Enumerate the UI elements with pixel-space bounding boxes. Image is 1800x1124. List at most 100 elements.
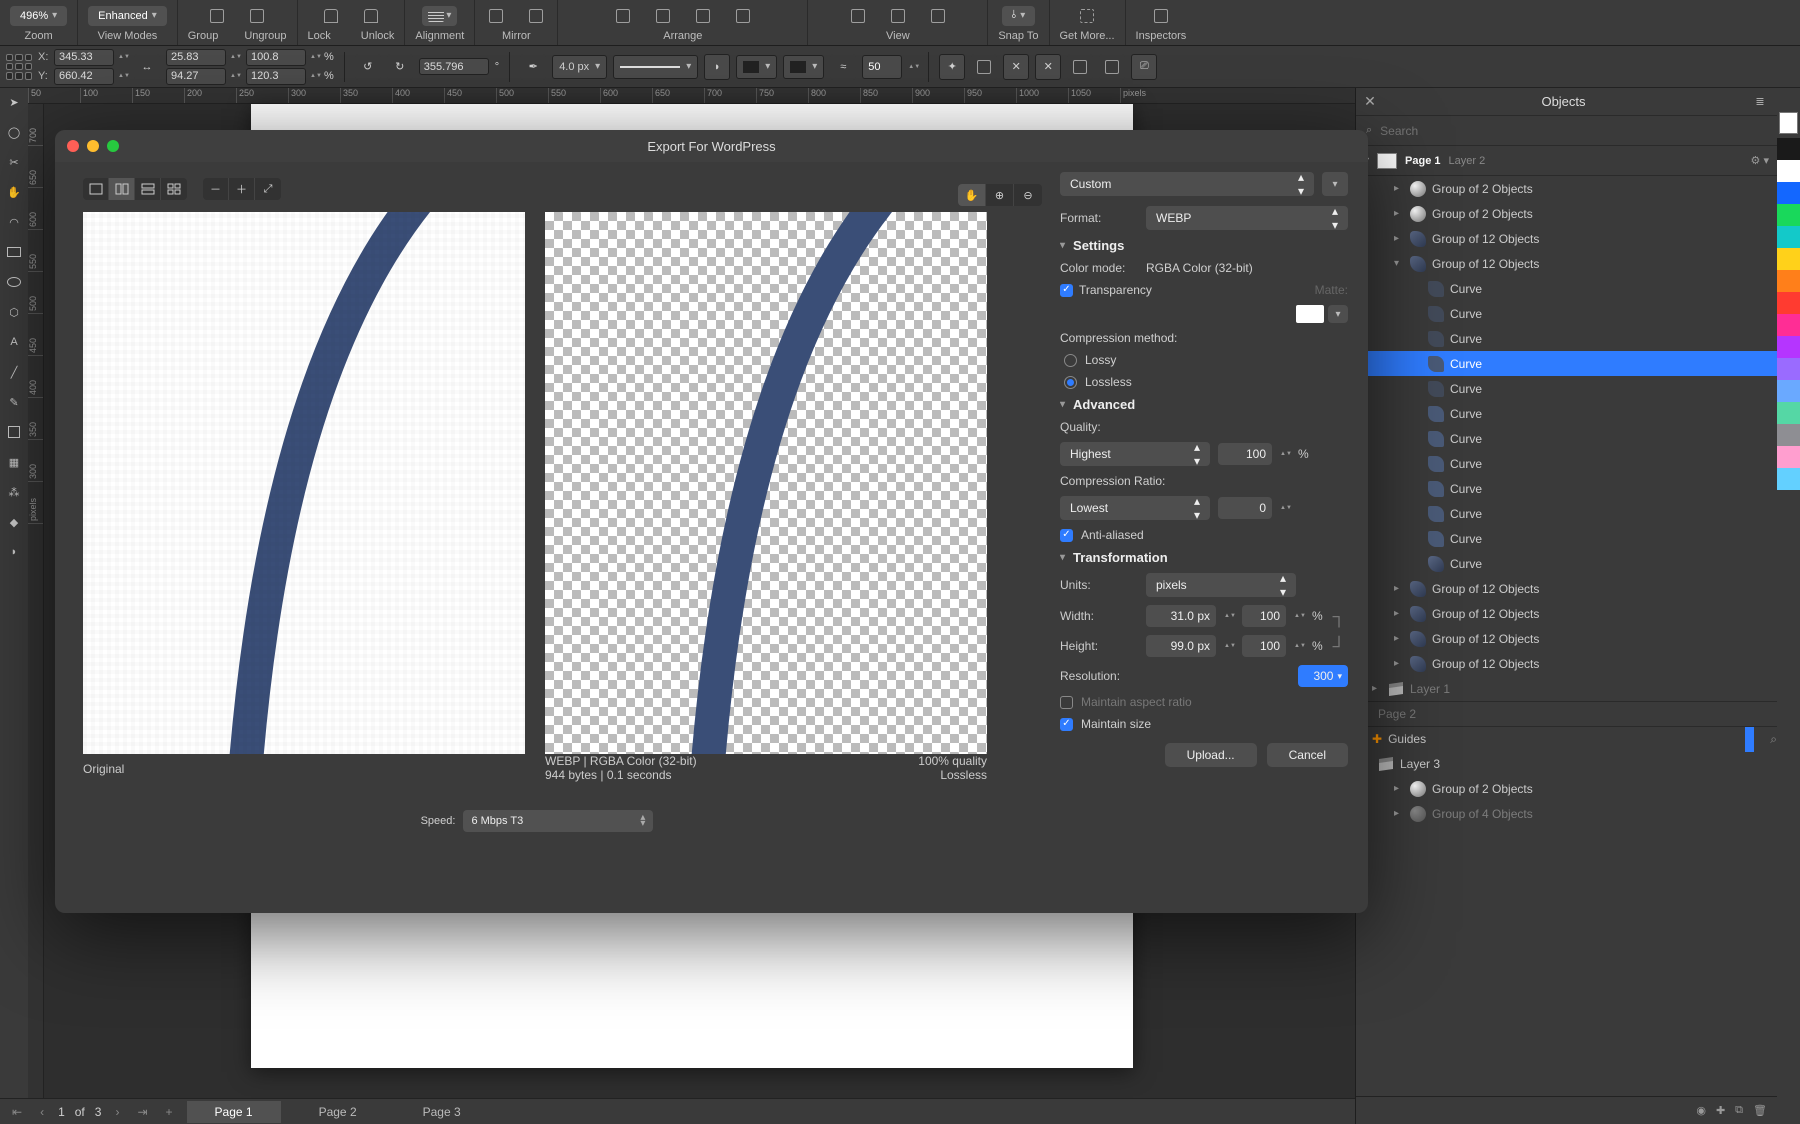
transparency-checkbox[interactable] [1060, 284, 1073, 297]
arrange-front-icon[interactable] [612, 7, 634, 25]
fx-7-button[interactable]: ⎚ [1131, 54, 1157, 80]
panel-menu-button[interactable]: ≣ [1743, 95, 1777, 108]
preview-zoom-in-button[interactable]: ⊕ [986, 184, 1014, 206]
quality-stepper[interactable]: ▲▼ [1280, 451, 1290, 457]
ellipse-tool[interactable] [4, 272, 24, 292]
color-swatch[interactable] [1777, 248, 1800, 270]
cancel-button[interactable]: Cancel [1267, 743, 1348, 767]
fx-1-button[interactable]: ✦ [939, 54, 965, 80]
node-tool[interactable]: ◠ [4, 212, 24, 232]
tree-row[interactable]: Curve [1356, 301, 1777, 326]
hand-tool-button[interactable]: ✋ [958, 184, 986, 206]
tree-row[interactable]: ▸Group of 4 Objects [1356, 801, 1777, 826]
text-tool[interactable]: A [4, 332, 24, 352]
color-swatch[interactable] [1777, 402, 1800, 424]
format-dropdown[interactable]: WEBP▴▾ [1146, 206, 1348, 230]
tree-row[interactable]: ▸Group of 2 Objects [1356, 176, 1777, 201]
matte-swatch[interactable] [1296, 305, 1324, 323]
rotate-ccw-icon[interactable]: ↺ [355, 54, 381, 80]
layout-2h-button[interactable] [135, 178, 161, 200]
color-swatch[interactable] [1777, 182, 1800, 204]
getmore-icon[interactable] [1076, 7, 1098, 25]
fill-color-dropdown[interactable]: ▾ [783, 55, 824, 79]
tree-row[interactable]: ▸Group of 12 Objects [1356, 626, 1777, 651]
sx-stepper[interactable]: ▲▼ [310, 54, 320, 60]
preview-original-image[interactable] [83, 212, 525, 754]
tree-row[interactable]: Curve [1356, 526, 1777, 551]
opacity-input[interactable]: 50 [862, 55, 902, 79]
search-input[interactable] [1380, 124, 1767, 138]
close-panel-button[interactable]: ✕ [1356, 93, 1384, 110]
polygon-tool[interactable]: ⬡ [4, 302, 24, 322]
fx-6-button[interactable] [1099, 54, 1125, 80]
upload-button[interactable]: Upload... [1165, 743, 1257, 767]
tree-row[interactable]: ▸Group of 12 Objects [1356, 601, 1777, 626]
color-swatch[interactable] [1777, 270, 1800, 292]
x-stepper[interactable]: ▲▼ [118, 54, 128, 60]
smudge-tool[interactable]: ◗ [4, 542, 24, 562]
zoom-in-button[interactable]: ＋ [229, 178, 255, 200]
tree-row[interactable]: Curve [1356, 376, 1777, 401]
advanced-header[interactable]: ▾Advanced [1060, 397, 1348, 412]
sx-input[interactable]: 100.8 [246, 49, 306, 66]
color-swatch[interactable] [1777, 204, 1800, 226]
lock-icon[interactable] [320, 7, 342, 25]
tree-row[interactable]: Curve [1356, 276, 1777, 301]
stroke-width-dropdown[interactable]: 4.0 px▾ [552, 55, 607, 79]
page-active-label[interactable]: Page 1 [1405, 155, 1440, 167]
tree-row[interactable]: Curve [1356, 451, 1777, 476]
tree-row[interactable]: Curve [1356, 426, 1777, 451]
eyedropper-tool[interactable]: ⁂ [4, 482, 24, 502]
arrange-back-icon[interactable] [732, 7, 754, 25]
preset-dropdown[interactable]: Custom▴▾ [1060, 172, 1314, 196]
crop-tool[interactable]: ✂ [4, 152, 24, 172]
fill-tool[interactable]: ◆ [4, 512, 24, 532]
arrange-forward-icon[interactable] [652, 7, 674, 25]
color-swatch[interactable] [1777, 314, 1800, 336]
move-tool[interactable]: ➤ [4, 92, 24, 112]
height-pct-input[interactable]: 100 [1242, 635, 1286, 657]
first-page-button[interactable]: ⇤ [8, 1105, 26, 1119]
color-swatch[interactable] [1777, 160, 1800, 182]
ratio-dropdown[interactable]: Lowest▴▾ [1060, 496, 1210, 520]
view-2-icon[interactable] [887, 7, 909, 25]
color-swatch[interactable] [1777, 336, 1800, 358]
height-pct-stepper[interactable]: ▲▼ [1294, 643, 1304, 649]
grid-tool[interactable]: ▦ [4, 452, 24, 472]
stroke-color-dropdown[interactable]: ▾ [736, 55, 777, 79]
visibility-icon[interactable]: ◉ [1696, 1104, 1706, 1117]
tree-row[interactable]: Curve [1356, 476, 1777, 501]
color-swatch[interactable] [1777, 138, 1800, 160]
group-icon[interactable] [206, 7, 228, 25]
tree-row[interactable]: Curve [1356, 401, 1777, 426]
lens-icon[interactable]: ⌕ [1770, 732, 1777, 747]
tab-page-3[interactable]: Page 3 [395, 1101, 489, 1123]
lossless-radio[interactable] [1064, 376, 1077, 389]
width-px-input[interactable]: 31.0 px [1146, 605, 1216, 627]
width-pct-stepper[interactable]: ▲▼ [1294, 613, 1304, 619]
stroke-style-dropdown[interactable]: ▾ [613, 55, 698, 79]
tree-row-selected[interactable]: Curve [1356, 351, 1777, 376]
layout-2up-button[interactable] [109, 178, 135, 200]
tree-row[interactable]: ▾Group of 12 Objects [1356, 251, 1777, 276]
trash-icon[interactable]: 🗑 [1753, 1104, 1767, 1117]
sy-stepper[interactable]: ▲▼ [310, 73, 320, 79]
tree-row-layer[interactable]: ▸Layer 1 [1356, 676, 1777, 701]
h-input[interactable]: 94.27 [166, 68, 226, 85]
opacity-stepper[interactable]: ▲▼ [908, 64, 918, 70]
fx-5-button[interactable] [1067, 54, 1093, 80]
height-px-stepper[interactable]: ▲▼ [1224, 643, 1234, 649]
artboard-tool[interactable] [4, 422, 24, 442]
tree-row[interactable]: ▸Group of 12 Objects [1356, 576, 1777, 601]
tree-row-layer3[interactable]: ▾Layer 3 [1356, 751, 1777, 776]
color-swatch[interactable] [1777, 446, 1800, 468]
zoom-dropdown[interactable]: 496%▾ [10, 6, 67, 26]
snap-dropdown[interactable]: ⫰▾ [1002, 6, 1036, 26]
color-swatch[interactable] [1777, 468, 1800, 490]
panel-gear-icon[interactable]: ⚙ ▾ [1751, 154, 1769, 167]
quality-dropdown[interactable]: Highest▴▾ [1060, 442, 1210, 466]
tab-page-2[interactable]: Page 2 [291, 1101, 385, 1123]
last-page-button[interactable]: ⇥ [133, 1105, 151, 1119]
tree-row[interactable]: Curve [1356, 551, 1777, 576]
fx-3-button[interactable]: ✕ [1003, 54, 1029, 80]
